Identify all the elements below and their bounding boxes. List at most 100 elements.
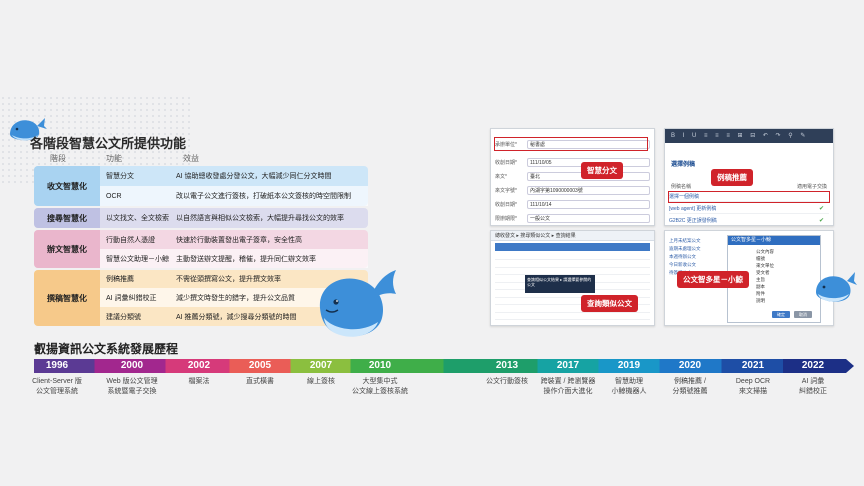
timeline-desc: Web 版公文管理 系統暨電子交換 [97, 377, 167, 397]
timeline-desc: 例稿推薦 / 分類號推薦 [655, 377, 725, 397]
timeline-desc-line: 智慧助理 [615, 378, 643, 385]
timeline-desc-line: 公文管理系統 [36, 388, 78, 395]
form-row: 來文* 臺北 [495, 170, 650, 182]
callout-smart-dispatch: 智慧分文 [581, 162, 623, 179]
template-row[interactable]: [web agent] 更新例稿 ✔ [669, 203, 829, 214]
template-name: [web agent] 更新例稿 [669, 205, 717, 212]
group-search: 搜尋智慧化 以文找文、全文檢索 以自然語言與相似公文檢索，大幅提升尋找公文的效率 [34, 208, 368, 228]
timeline-title: 叡揚資訊公文系統發展歷程 [34, 342, 179, 356]
form-input[interactable]: 一般公文 [527, 213, 650, 223]
timeline-desc-line: 系統暨電子交換 [107, 388, 157, 395]
timeline-year: 2005 [248, 360, 272, 371]
timeline-desc: 直式橫書 [225, 377, 295, 387]
whale-mascot-right [816, 272, 857, 302]
result-row[interactable] [495, 254, 650, 260]
timeline-year: 2007 [309, 360, 333, 371]
timeline-year: 2013 [495, 360, 519, 371]
col-head-function: 功能 [106, 154, 122, 163]
result-tabs[interactable] [495, 243, 650, 251]
side-item[interactable]: 上月未結案公文 [669, 237, 725, 245]
side-item[interactable]: 本週待辦公文 [669, 253, 725, 261]
timeline-year: 2019 [617, 360, 641, 371]
confirm-button[interactable]: 確定 [772, 311, 790, 318]
timeline-desc-line: Client-Server 版 [32, 378, 82, 385]
screenshot-assistant: 上月未結案公文逾期未處理公文本週待辦公文今日新收公文待簽核公文 公文智多星－小鯨… [664, 230, 834, 326]
form-row: 收創日期* 111/10/14 [495, 198, 650, 210]
features-title: 各階段智慧公文所提供功能 [30, 136, 187, 151]
callout-similar-search: 查詢類似公文 [581, 295, 638, 312]
form-label: 來文字號* [495, 187, 517, 194]
timeline-year: 2022 [801, 360, 825, 371]
check-icon: ✔ [819, 217, 825, 224]
form-label: 收創日期* [495, 201, 517, 208]
timeline-year: 2020 [678, 360, 702, 371]
result-row[interactable] [495, 262, 650, 268]
group-receive: 收文智慧化 智慧分文 AI 協助總收發處分發公文，大幅減少同仁分文時間 OCR … [34, 166, 368, 206]
similar-result-popup: 查詢相似公文結果 ▸ 請選擇要參閱的公文 [525, 275, 595, 293]
group-label: 搜尋智慧化 [34, 208, 100, 228]
col-template-name: 例稿名稱 [671, 184, 692, 190]
dialog-title: 公文智多星－小鯨 [728, 236, 820, 245]
timeline-year: 2021 [741, 360, 765, 371]
timeline-year: 2002 [187, 360, 211, 371]
dialog-option[interactable]: 附件 [728, 290, 820, 297]
feature-function: 智慧分文 [106, 173, 134, 180]
callout-template-recommend: 例稿推薦 [711, 169, 753, 186]
timeline-desc-line: 操作介面大進化 [543, 388, 593, 395]
group-process: 辦文智慧化 行動自然人憑證 快速於行動裝置發出電子簽章，安全性高 智慧公文助理－… [34, 230, 368, 268]
feature-row: 智慧分文 AI 協助總收發處分發公文，大幅減少同仁分文時間 [100, 166, 368, 186]
cancel-button[interactable]: 取消 [794, 311, 812, 318]
template-row[interactable]: G2B2C 更正誤發例稿 ✔ [669, 215, 829, 225]
highlight-box [668, 191, 830, 203]
group-label: 撰稿智慧化 [34, 270, 100, 326]
side-item[interactable]: 今日新收公文 [669, 261, 725, 269]
timeline-desc: 跨裝置 / 跨瀏覽器 操作介面大進化 [533, 377, 603, 397]
form-input[interactable]: 111/10/14 [527, 199, 650, 209]
timeline-year: 2000 [120, 360, 144, 371]
feature-function: 建議分類號 [106, 313, 141, 321]
side-item[interactable]: 逾期未處理公文 [669, 245, 725, 253]
section-title: 選擇例稿 [671, 162, 696, 168]
feature-row: 智慧公文助理－小鯨 主動發送辦文提醒，稽催，提升同仁辦文效率 [100, 249, 368, 268]
feature-row: OCR 改以電子公文進行簽核，打破紙本公文簽核的時空間限制 [100, 186, 368, 206]
feature-function: AI 詞彙糾錯校正 [106, 294, 157, 302]
result-row[interactable] [495, 314, 650, 320]
editor-toolbar[interactable]: B I U ≡ ≡ ≡ ⊞ ⊟ ↶ ↷ ⚲ ✎ [665, 129, 833, 143]
timeline-desc-line: 糾錯校正 [799, 388, 827, 395]
timeline-year: 2017 [556, 360, 580, 371]
form-label: 限辦期限* [495, 215, 517, 222]
feature-function: 以文找文、全文檢索 [106, 215, 169, 222]
feature-function: OCR [106, 192, 122, 200]
form-row: 限辦期限* 一般公文 [495, 212, 650, 224]
group-label: 辦文智慧化 [34, 230, 100, 268]
timeline-desc-line: 例稿推薦 / [674, 378, 706, 385]
form-row: 收創日期* 111/10/05 [495, 156, 650, 168]
dialog-option[interactable]: 公文內容 [728, 248, 820, 255]
timeline-desc-line: 跨裝置 / 跨瀏覽器 [540, 378, 596, 385]
feature-function: 例稿推薦 [106, 276, 134, 283]
timeline-desc: 大型集中式 公文線上簽核系統 [345, 377, 415, 397]
form-input[interactable]: 內湖字第1090000003號 [527, 185, 650, 195]
timeline-desc: 智慧助理 小鯨機器人 [594, 377, 664, 397]
feature-benefit: AI 協助總收發處分發公文，大幅減少同仁分文時間 [176, 173, 332, 180]
timeline-desc: AI 詞彙 糾錯校正 [778, 377, 848, 397]
feature-benefit: 改以電子公文進行簽核，打破紙本公文簽核的時空間限制 [176, 193, 351, 200]
group-label: 收文智慧化 [34, 166, 100, 206]
timeline-desc: 檔案法 [164, 377, 234, 387]
dialog-option[interactable]: 來文單位 [728, 262, 820, 269]
form-label: 收創日期* [495, 159, 517, 166]
screenshot-smart-dispatch: 承辦單位* 秘書處 收創日期* 111/10/05 來文* 臺北 來文字號* 內湖字第1090… [490, 128, 655, 226]
feature-benefit: 以自然語言與相似公文檢索，大幅提升尋找公文的效率 [176, 215, 344, 222]
breadcrumb: 總收發文 ▸ 搜尋類似公文 ▸ 查詢結果 [491, 231, 654, 241]
timeline-desc-line: 分類號推薦 [672, 388, 708, 395]
highlight-box [494, 137, 648, 151]
feature-benefit: 主動發送辦文提醒，稽催，提升同仁辦文效率 [176, 255, 316, 263]
timeline-desc: 公文行動簽核 [472, 377, 542, 387]
screenshot-template-recommend: B I U ≡ ≡ ≡ ⊞ ⊟ ↶ ↷ ⚲ ✎ 選擇例稿 例稿名稱 適用電子交換… [664, 128, 834, 226]
feature-function: 智慧公文助理－小鯨 [106, 255, 169, 263]
dialog-option[interactable]: 檔號 [728, 255, 820, 262]
dialog-option[interactable]: 說明 [728, 297, 820, 304]
form-label: 來文* [495, 173, 507, 180]
timeline-desc: Client-Server 版公文管理系統 [22, 377, 92, 397]
callout-assistant: 公文智多星－小鯨 [677, 271, 749, 288]
